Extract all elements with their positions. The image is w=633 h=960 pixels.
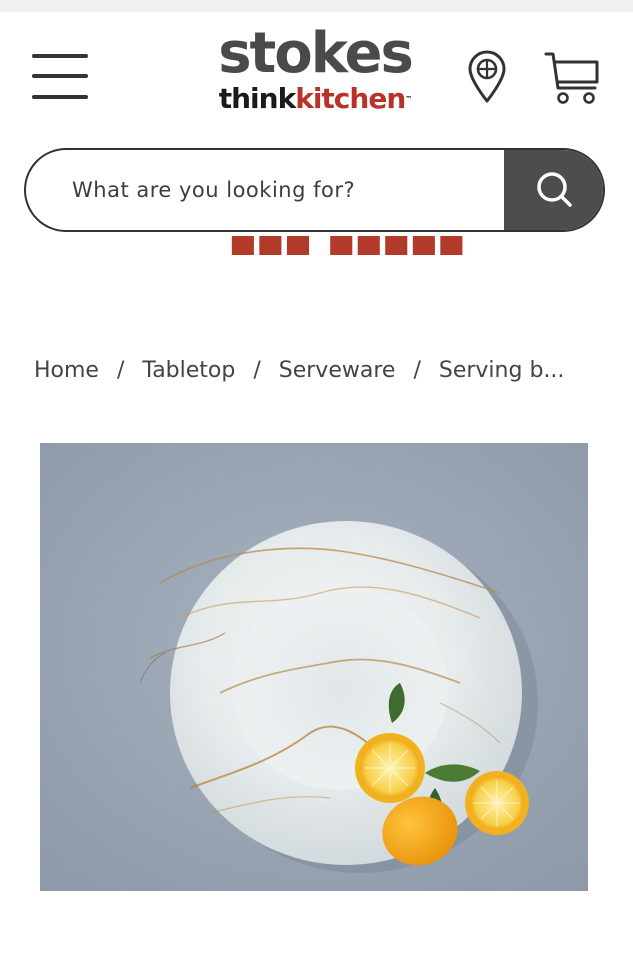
- shopping-cart-icon[interactable]: [543, 50, 603, 106]
- breadcrumb-separator: /: [413, 357, 421, 383]
- logo-kitchen: kitchen: [295, 82, 406, 115]
- breadcrumb-tabletop[interactable]: Tabletop: [142, 358, 235, 383]
- breadcrumb-separator: /: [116, 357, 125, 383]
- logo-think: think: [218, 82, 296, 115]
- breadcrumb-separator: /: [253, 357, 261, 383]
- breadcrumb-serveware[interactable]: Serveware: [279, 358, 396, 383]
- brand-logo[interactable]: stokes thinkkitchen™: [200, 26, 430, 114]
- search-input[interactable]: [26, 150, 504, 230]
- breadcrumb: Home / Tabletop / Serveware / Serving b.…: [34, 352, 564, 388]
- search-button[interactable]: [504, 150, 603, 230]
- logo-subbrand: thinkkitchen™: [200, 84, 430, 114]
- site-header: stokes thinkkitchen™: [0, 12, 633, 132]
- promo-banner-peek: ▅▅▅ ▅▅▅▅▅: [0, 236, 633, 256]
- logo-wordmark: stokes: [218, 21, 414, 86]
- menu-line: [32, 74, 88, 78]
- menu-line: [32, 54, 88, 58]
- menu-line: [32, 95, 88, 99]
- breadcrumb-current: Serving b...: [438, 357, 565, 383]
- location-pin-icon[interactable]: [466, 50, 508, 104]
- logo-trademark: ™: [405, 95, 412, 103]
- search-icon: [537, 172, 572, 207]
- promo-text-fragment: ▅▅▅ ▅▅▅▅▅: [232, 236, 469, 255]
- product-image[interactable]: [40, 443, 588, 891]
- top-strip: [0, 0, 633, 12]
- hamburger-menu-icon[interactable]: [32, 50, 90, 100]
- breadcrumb-home[interactable]: Home: [34, 358, 99, 383]
- search-bar: [24, 148, 605, 232]
